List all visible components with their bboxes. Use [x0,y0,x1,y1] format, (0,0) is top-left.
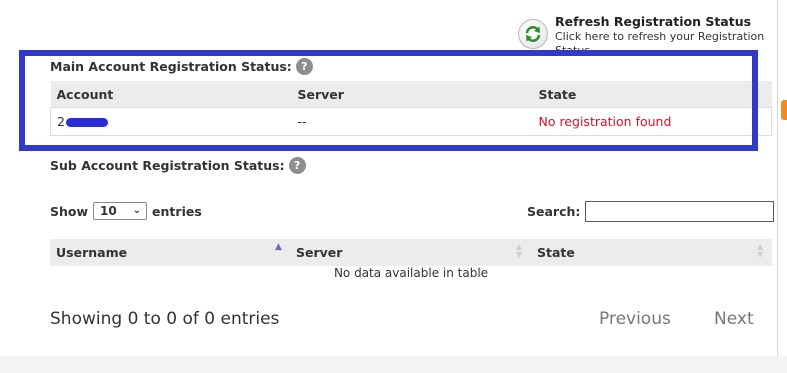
refresh-description[interactable]: Click here to refresh your Registration … [555,30,773,50]
column-header-state[interactable]: State ▲ ▼ [531,239,772,266]
side-tab[interactable] [781,100,787,120]
sort-ascending-icon: ▲ [275,242,282,252]
search-label: Search: [527,204,581,219]
refresh-arrows-icon[interactable] [518,19,548,49]
entries-label: entries [152,203,202,219]
sub-account-label-text: Sub Account Registration Status: [50,158,285,173]
help-icon[interactable]: ? [288,157,306,174]
sub-account-section-label: Sub Account Registration Status: ? [50,157,306,174]
server-header-label: Server [296,245,343,260]
column-header-server[interactable]: Server ▲ ▼ [290,239,531,266]
sub-account-table-header: Username ▲ Server ▲ ▼ State ▲ ▼ [50,239,772,266]
state-header-label: State [537,245,575,260]
highlight-annotation-box [19,50,758,151]
search-input[interactable] [585,201,774,222]
table-info: Showing 0 to 0 of 0 entries [50,309,280,329]
entries-per-page-select[interactable]: 10 ⌄ [93,202,148,220]
column-header-username[interactable]: Username ▲ [50,239,290,266]
entries-length-control: Show 10 ⌄ entries [50,202,202,220]
next-page-button[interactable]: Next [714,309,754,329]
bottom-band [0,356,787,373]
username-header-label: Username [56,245,128,260]
empty-table-message: No data available in table [333,266,489,280]
refresh-registration-link[interactable]: Refresh Registration Status [555,14,751,29]
entries-per-page-value: 10 [100,204,117,218]
sort-both-icon: ▲ ▼ [757,242,764,259]
chevron-down-icon: ⌄ [132,205,142,216]
right-border [777,0,778,356]
show-label: Show [50,203,89,219]
previous-page-button[interactable]: Previous [599,309,671,329]
sort-both-icon: ▲ ▼ [516,242,523,259]
